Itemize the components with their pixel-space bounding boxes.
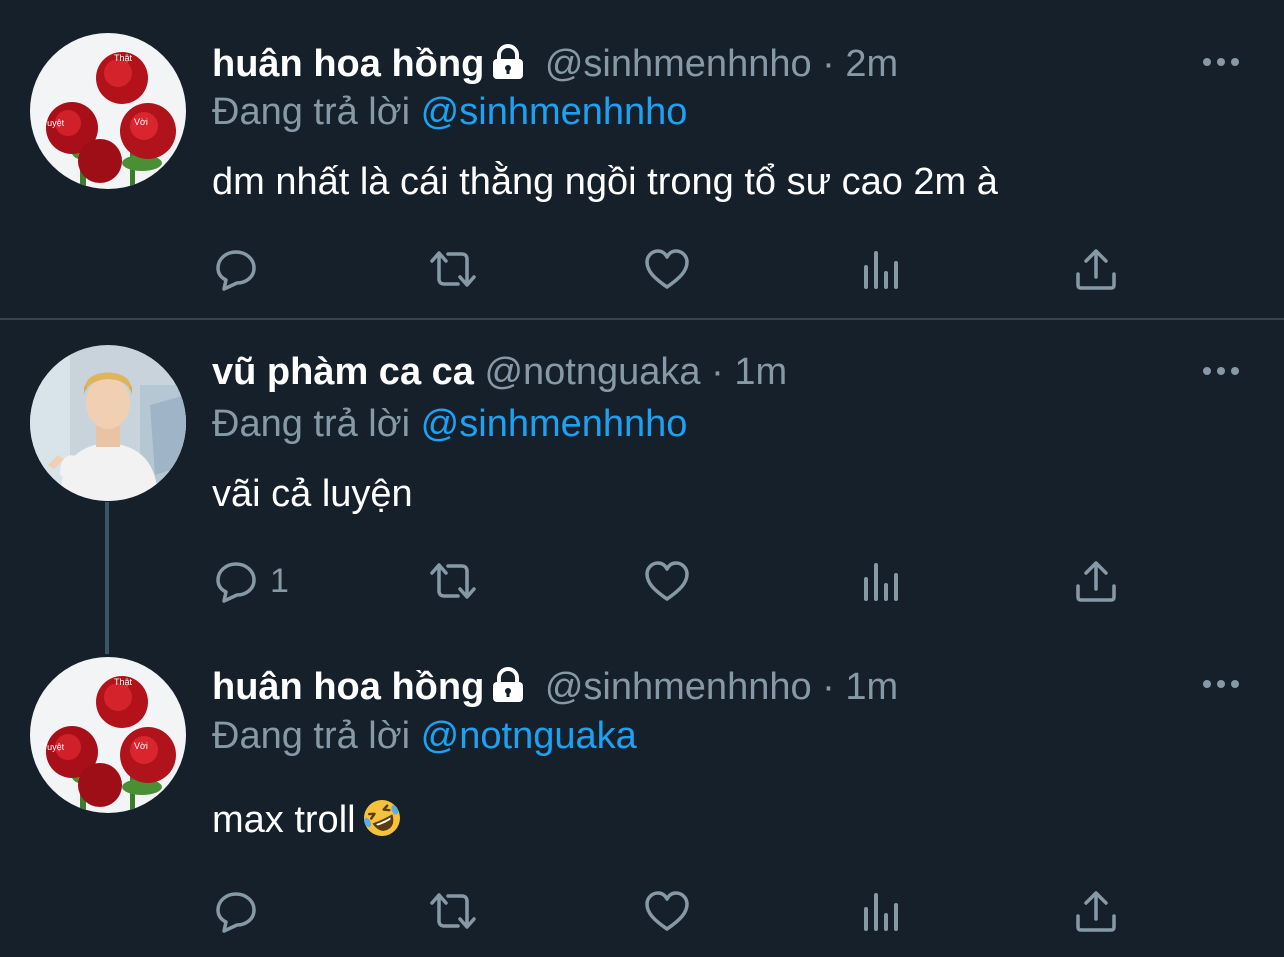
replying-to-label: Đang trả lời — [212, 91, 411, 133]
share-button[interactable] — [1074, 556, 1118, 606]
reply-icon — [216, 892, 256, 933]
svg-text:Thật: Thật — [114, 53, 133, 63]
reply-button[interactable] — [214, 886, 270, 936]
rolling-on-floor-laughing-emoji — [362, 798, 402, 848]
tweet-header: vũ phàm ca ca @notnguaka · 1m — [212, 350, 787, 394]
tweet-text: max troll — [212, 799, 356, 841]
more-icon[interactable] — [1200, 52, 1242, 72]
reply-button[interactable]: 1 — [214, 556, 289, 606]
replying-to: Đang trả lời @notnguaka — [212, 714, 637, 758]
replying-to-label: Đang trả lời — [212, 403, 411, 445]
retweet-icon — [430, 563, 476, 599]
tweet-2[interactable]: vũ phàm ca ca @notnguaka · 1m Đang trả l… — [0, 320, 1284, 638]
timestamp[interactable]: 1m — [734, 351, 787, 393]
like-button[interactable] — [644, 886, 690, 936]
like-button[interactable] — [644, 556, 690, 606]
share-icon — [1076, 891, 1116, 932]
tweet-text-container: max troll — [212, 798, 402, 848]
svg-text:Tuyệt: Tuyệt — [42, 742, 65, 752]
replying-to-label: Đang trả lời — [212, 715, 411, 757]
like-button[interactable] — [644, 244, 690, 294]
timestamp[interactable]: 1m — [845, 666, 898, 708]
tweet-actions: 1 — [0, 556, 1284, 606]
retweet-button[interactable] — [428, 886, 478, 936]
display-name[interactable]: huân hoa hồng — [212, 666, 484, 708]
user-handle[interactable]: @sinhmenhnho — [545, 43, 812, 85]
rose-avatar-image: Thật Tuyệt Vời — [30, 657, 186, 813]
user-handle[interactable]: @notnguaka — [484, 351, 700, 393]
more-icon[interactable] — [1200, 674, 1242, 694]
reply-icon — [216, 562, 256, 603]
timestamp[interactable]: 2m — [845, 43, 898, 85]
display-name[interactable]: vũ phàm ca ca — [212, 351, 474, 393]
separator-dot: · — [711, 351, 724, 393]
avatar[interactable] — [30, 345, 186, 501]
display-name[interactable]: huân hoa hồng — [212, 43, 484, 85]
separator-dot: · — [822, 43, 835, 85]
tweet-text: vãi cả luyện — [212, 473, 413, 515]
analytics-button[interactable] — [860, 556, 904, 606]
share-icon — [1076, 561, 1116, 602]
replying-to: Đang trả lời @sinhmenhnho — [212, 402, 687, 446]
replying-to: Đang trả lời @sinhmenhnho — [212, 90, 687, 134]
more-icon[interactable] — [1200, 361, 1242, 381]
share-button[interactable] — [1074, 886, 1118, 936]
svg-text:Thật: Thật — [114, 677, 133, 687]
like-icon — [645, 891, 689, 931]
tweet-header: huân hoa hồng @sinhmenhnho · 2m — [212, 42, 898, 90]
reply-mention-link[interactable]: @sinhmenhnho — [421, 403, 688, 445]
retweet-icon — [430, 893, 476, 929]
tweet-header: huân hoa hồng @sinhmenhnho · 1m — [212, 665, 898, 713]
separator-dot: · — [822, 666, 835, 708]
analytics-icon — [864, 563, 898, 601]
person-avatar-image — [30, 345, 186, 501]
tweet-1[interactable]: Thật Tuyệt Vời huân hoa hồng @sinhmenhnh… — [0, 0, 1284, 318]
analytics-icon — [864, 893, 898, 931]
avatar[interactable]: Thật Tuyệt Vời — [30, 33, 186, 189]
analytics-button[interactable] — [860, 244, 904, 294]
analytics-icon — [864, 251, 898, 289]
svg-text:Tuyệt: Tuyệt — [42, 118, 65, 128]
tweet-actions — [0, 244, 1284, 294]
analytics-button[interactable] — [860, 886, 904, 936]
rose-avatar-image: Thật Tuyệt Vời — [30, 33, 186, 189]
tweet-text: dm nhất là cái thằng ngồi trong tổ sư ca… — [212, 161, 998, 203]
tweet-3[interactable]: Thật Tuyệt Vời huân hoa hồng @sinhmenhnh… — [0, 640, 1284, 957]
lock-icon — [488, 667, 528, 713]
avatar[interactable]: Thật Tuyệt Vời — [30, 657, 186, 813]
reply-button[interactable] — [214, 244, 270, 294]
like-icon — [645, 249, 689, 289]
share-button[interactable] — [1074, 244, 1118, 294]
like-icon — [645, 561, 689, 601]
user-handle[interactable]: @sinhmenhnho — [545, 666, 812, 708]
svg-text:Vời: Vời — [134, 741, 148, 751]
svg-text:Vời: Vời — [134, 117, 148, 127]
reply-mention-link[interactable]: @sinhmenhnho — [421, 91, 688, 133]
share-icon — [1076, 249, 1116, 290]
retweet-button[interactable] — [428, 244, 478, 294]
reply-count: 1 — [270, 561, 289, 600]
tweet-actions — [0, 886, 1284, 936]
reply-icon — [216, 250, 256, 291]
lock-icon — [488, 44, 528, 90]
reply-mention-link[interactable]: @notnguaka — [421, 715, 637, 757]
retweet-button[interactable] — [428, 556, 478, 606]
retweet-icon — [430, 251, 476, 287]
